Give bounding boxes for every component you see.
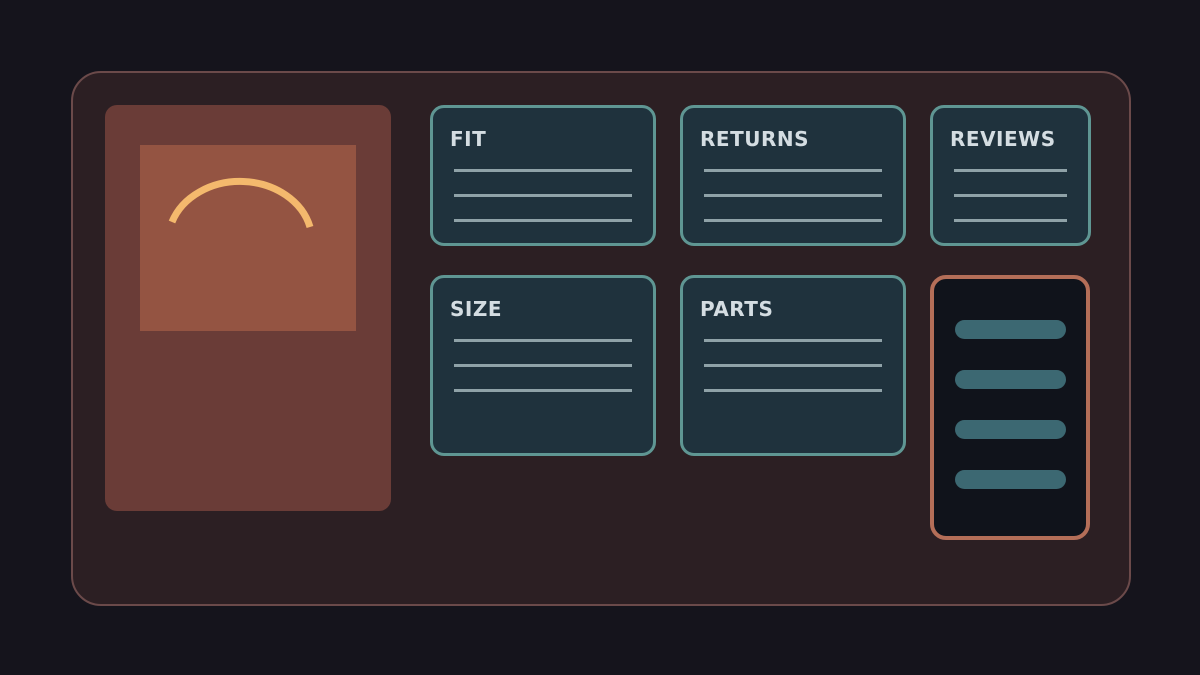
product-image[interactable] [140, 145, 356, 331]
content-line [454, 219, 632, 222]
content-line [704, 339, 882, 342]
content-line [704, 219, 882, 222]
menu-item[interactable] [955, 370, 1066, 389]
card-title-returns: RETURNS [700, 127, 809, 151]
card-parts[interactable]: PARTS [680, 275, 906, 456]
menu-item[interactable] [955, 420, 1066, 439]
content-line [954, 194, 1067, 197]
card-reviews[interactable]: REVIEWS [930, 105, 1091, 246]
content-line [454, 339, 632, 342]
card-fit[interactable]: FIT [430, 105, 656, 246]
content-line [704, 169, 882, 172]
content-line [704, 364, 882, 367]
content-line [954, 219, 1067, 222]
menu-item[interactable] [955, 470, 1066, 489]
arc-icon [168, 177, 314, 229]
card-title-size: SIZE [450, 297, 503, 321]
content-line [954, 169, 1067, 172]
content-line [704, 389, 882, 392]
content-line [704, 194, 882, 197]
content-line [454, 194, 632, 197]
menu-panel[interactable] [930, 275, 1090, 540]
card-size[interactable]: SIZE [430, 275, 656, 456]
content-line [454, 389, 632, 392]
content-line [454, 364, 632, 367]
card-title-reviews: REVIEWS [950, 127, 1056, 151]
card-title-parts: PARTS [700, 297, 774, 321]
menu-item[interactable] [955, 320, 1066, 339]
card-returns[interactable]: RETURNS [680, 105, 906, 246]
content-line [454, 169, 632, 172]
card-title-fit: FIT [450, 127, 487, 151]
